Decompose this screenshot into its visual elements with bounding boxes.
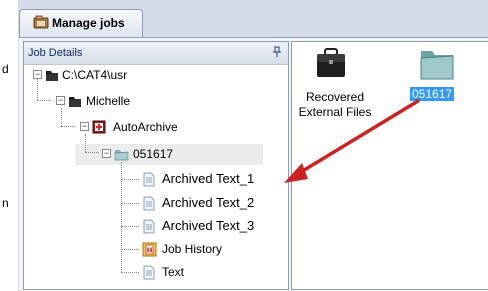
tree-connector [37, 100, 51, 101]
tree-item-label: Michelle [86, 94, 131, 108]
tree-connector [121, 249, 139, 250]
document-icon [143, 196, 155, 211]
margin-text-fragment: d [2, 62, 9, 76]
job-history-icon: H [142, 242, 157, 257]
tree-item-label: AutoArchive [113, 120, 178, 134]
tree-connector [121, 272, 139, 273]
job-folder-icon [114, 150, 129, 161]
arrow-head [284, 163, 308, 183]
tree-item-label: C:\CAT4\usr [62, 68, 128, 82]
pin-icon[interactable] [272, 46, 282, 58]
arrow-shaft [294, 99, 420, 177]
tree-connector [121, 226, 139, 227]
tree-item-label: Archived Text_3 [162, 218, 255, 233]
svg-text:H: H [147, 247, 153, 255]
document-icon [143, 172, 155, 187]
tree-item-archived-text-2[interactable]: Archived Text_2 [141, 194, 281, 212]
collapse-toggle[interactable]: − [102, 149, 111, 158]
tree-connector [121, 179, 139, 180]
tree-connector [85, 152, 99, 153]
tree-item-user[interactable]: − Michelle [56, 92, 216, 110]
document-icon [143, 265, 155, 280]
tree-item-label: Text [162, 265, 185, 279]
collapse-toggle[interactable]: − [33, 70, 42, 79]
tree-item-job-history[interactable]: H Job History [141, 240, 281, 258]
tree-connector [61, 126, 75, 127]
panel-header: Job Details [24, 42, 288, 65]
tree-connector [61, 108, 62, 126]
panel-title: Job Details [28, 47, 83, 59]
document-icon [143, 219, 155, 234]
tree-item-label: Archived Text_1 [162, 171, 255, 186]
tree-item-text[interactable]: Text [141, 263, 281, 281]
autoarchive-icon [92, 120, 106, 134]
margin-text-fragment: n [2, 196, 9, 210]
tree-item-label: Archived Text_2 [162, 195, 255, 210]
dark-folder-icon [69, 97, 81, 107]
collapse-toggle[interactable]: − [56, 96, 65, 105]
tree-item-label: 051617 [133, 147, 174, 161]
annotation-arrow [284, 99, 420, 183]
tree-connector [121, 203, 139, 204]
tree-item-archived-text-3[interactable]: Archived Text_3 [141, 217, 281, 235]
tree-item-archived-text-1[interactable]: Archived Text_1 [141, 170, 281, 188]
dark-folder-icon [46, 71, 58, 81]
job-folder-icon [420, 51, 454, 80]
tree-item-job-051617[interactable]: − 051617 [102, 145, 262, 163]
briefcase-icon [317, 48, 345, 77]
tree-connector [85, 134, 86, 152]
tree-item-root[interactable]: − C:\CAT4\usr [33, 66, 233, 84]
tree-item-label: Job History [162, 242, 223, 256]
collapse-toggle[interactable]: − [80, 122, 89, 131]
manage-jobs-icon [33, 15, 49, 29]
tree-item-autoarchive[interactable]: − AutoArchive [80, 118, 240, 136]
tab-title: Manage jobs [52, 16, 125, 30]
